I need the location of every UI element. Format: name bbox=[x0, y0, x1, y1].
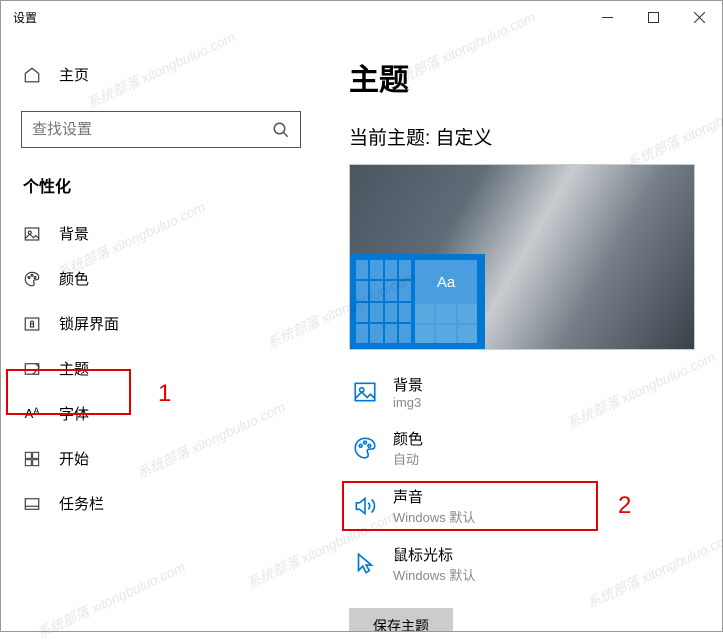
sidebar-item-label: 任务栏 bbox=[59, 493, 104, 514]
prop-sound[interactable]: 声音 Windows 默认 bbox=[349, 480, 694, 532]
sidebar-item-start[interactable]: 开始 bbox=[1, 436, 321, 481]
preview-aa: Aa bbox=[415, 260, 477, 304]
home-icon bbox=[23, 66, 41, 84]
minimize-button[interactable] bbox=[584, 1, 630, 33]
window-controls bbox=[584, 1, 722, 33]
search-input[interactable] bbox=[32, 121, 272, 138]
prop-label: 颜色 bbox=[393, 428, 423, 449]
sidebar-item-background[interactable]: 背景 bbox=[1, 211, 321, 256]
sidebar-item-label: 颜色 bbox=[59, 268, 89, 289]
home-link[interactable]: 主页 bbox=[1, 58, 321, 91]
sidebar-item-label: 锁屏界面 bbox=[59, 313, 119, 334]
search-icon bbox=[272, 121, 290, 139]
preview-desktop: Aa bbox=[350, 254, 485, 349]
sidebar: 主页 个性化 背景 颜色 锁屏界面 bbox=[1, 33, 321, 631]
palette-icon bbox=[23, 270, 41, 288]
picture-icon bbox=[23, 225, 41, 243]
sidebar-item-themes[interactable]: 主题 bbox=[1, 346, 321, 391]
home-label: 主页 bbox=[59, 64, 89, 85]
sidebar-item-taskbar[interactable]: 任务栏 bbox=[1, 481, 321, 526]
save-theme-button[interactable]: 保存主题 bbox=[349, 608, 453, 631]
prop-value: img3 bbox=[393, 395, 423, 410]
sidebar-item-colors[interactable]: 颜色 bbox=[1, 256, 321, 301]
sidebar-item-label: 字体 bbox=[59, 403, 89, 424]
prop-value: Windows 默认 bbox=[393, 565, 475, 584]
prop-value: Windows 默认 bbox=[393, 507, 475, 526]
sound-icon bbox=[351, 492, 379, 520]
sidebar-item-label: 主题 bbox=[59, 358, 89, 379]
maximize-button[interactable] bbox=[630, 1, 676, 33]
font-icon: AA bbox=[23, 406, 41, 421]
sidebar-item-fonts[interactable]: AA 字体 bbox=[1, 391, 321, 436]
start-icon bbox=[23, 451, 41, 467]
prop-cursor[interactable]: 鼠标光标 Windows 默认 bbox=[349, 538, 694, 590]
title-bar: 设置 bbox=[1, 1, 722, 33]
sidebar-item-lockscreen[interactable]: 锁屏界面 bbox=[1, 301, 321, 346]
prop-background[interactable]: 背景 img3 bbox=[349, 368, 694, 416]
prop-color[interactable]: 颜色 自动 bbox=[349, 422, 694, 474]
cursor-icon bbox=[351, 550, 379, 578]
theme-preview[interactable]: Aa bbox=[349, 164, 695, 350]
prop-label: 背景 bbox=[393, 374, 423, 395]
theme-icon bbox=[23, 360, 41, 378]
taskbar-icon bbox=[23, 495, 41, 513]
sidebar-item-label: 开始 bbox=[59, 448, 89, 469]
category-label: 个性化 bbox=[1, 173, 321, 211]
palette-icon bbox=[351, 434, 379, 462]
lockscreen-icon bbox=[23, 315, 41, 333]
current-theme-label: 当前主题: 自定义 bbox=[349, 123, 694, 150]
close-button[interactable] bbox=[676, 1, 722, 33]
page-title: 主题 bbox=[349, 55, 694, 99]
sidebar-item-label: 背景 bbox=[59, 223, 89, 244]
picture-icon bbox=[351, 378, 379, 406]
prop-label: 鼠标光标 bbox=[393, 544, 475, 565]
main-content: 主题 当前主题: 自定义 Aa bbox=[321, 33, 722, 631]
window-title: 设置 bbox=[1, 9, 37, 26]
prop-label: 声音 bbox=[393, 486, 475, 507]
search-box[interactable] bbox=[21, 111, 301, 148]
prop-value: 自动 bbox=[393, 449, 423, 468]
